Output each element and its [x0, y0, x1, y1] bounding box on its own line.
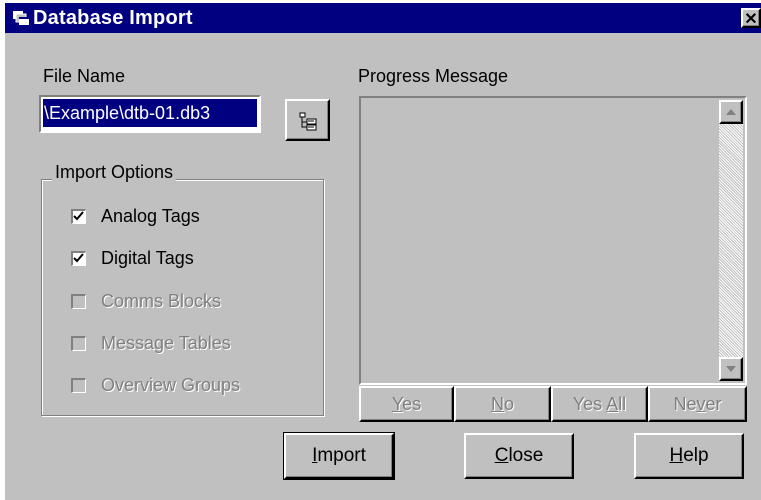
- yes-button: Yes: [359, 386, 454, 422]
- window-title: Database Import: [33, 7, 193, 29]
- yes-all-button: Yes All: [551, 386, 648, 422]
- help-button[interactable]: Help: [634, 433, 744, 479]
- check-mark-icon: [73, 211, 84, 221]
- file-name-input[interactable]: \Example\dtb-01.db3: [39, 95, 261, 133]
- browse-button[interactable]: [285, 99, 330, 141]
- progress-message-label: Progress Message: [358, 66, 509, 86]
- file-name-label: File Name: [43, 66, 126, 86]
- close-button[interactable]: Close: [464, 433, 574, 479]
- import-options-title: Import Options: [52, 162, 177, 183]
- checkbox-box: [71, 378, 86, 393]
- never-button: Never: [648, 386, 747, 422]
- checkbox-box[interactable]: [71, 209, 86, 224]
- no-button: No: [454, 386, 551, 422]
- check-mark-icon: [73, 253, 84, 263]
- folder-tree-icon: [299, 112, 317, 131]
- window-app-icon: [13, 11, 29, 25]
- scroll-down-button[interactable]: [719, 357, 743, 381]
- checkbox-label: Overview Groups: [101, 375, 241, 395]
- close-icon: ✕: [744, 11, 758, 28]
- arrow-down-icon: [726, 366, 736, 372]
- close-window-button[interactable]: ✕: [741, 8, 761, 28]
- progress-message-box: [359, 96, 747, 385]
- import-button[interactable]: Import: [283, 432, 395, 480]
- title-bar[interactable]: Database Import ✕: [5, 3, 761, 33]
- progress-scrollbar[interactable]: [719, 100, 743, 381]
- checkbox-label: Comms Blocks: [101, 291, 222, 311]
- file-name-value: \Example\dtb-01.db3: [43, 99, 257, 127]
- checkbox-box: [71, 294, 86, 309]
- checkbox-label: Digital Tags: [101, 248, 194, 268]
- checkbox-label: Analog Tags: [101, 206, 200, 226]
- checkbox-label: Message Tables: [101, 333, 231, 353]
- database-import-dialog: Database Import ✕ File Name \Example\dtb…: [3, 3, 761, 500]
- scroll-up-button[interactable]: [719, 100, 743, 124]
- arrow-up-icon: [726, 109, 736, 115]
- checkbox-box: [71, 336, 86, 351]
- checkbox-box[interactable]: [71, 251, 86, 266]
